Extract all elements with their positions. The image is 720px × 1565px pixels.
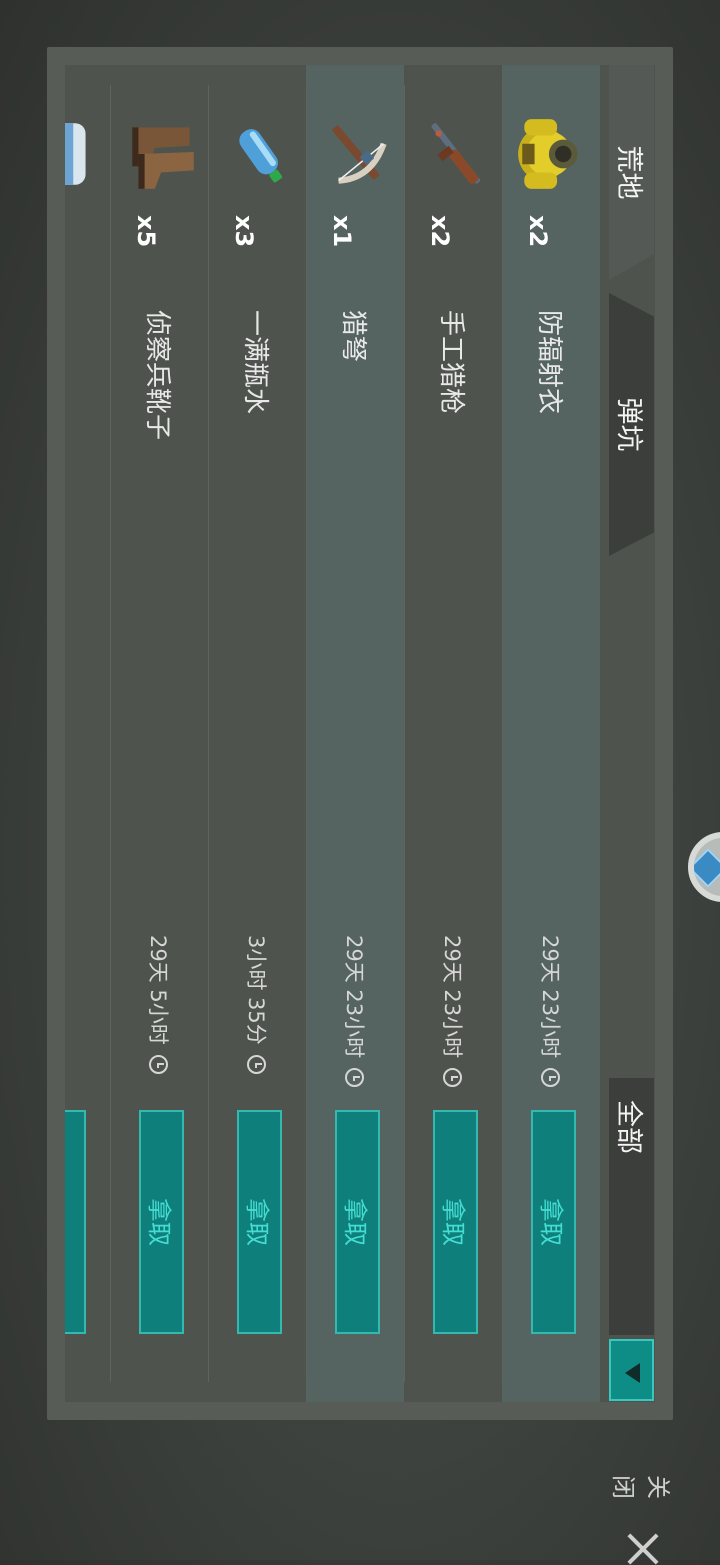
boots-icon bbox=[132, 127, 194, 189]
item-expiry: 29天 23小时 bbox=[340, 935, 370, 1088]
clock-icon bbox=[345, 1068, 365, 1088]
item-list[interactable]: x2 防辐射衣 29天 23小时 拿取 x2 手工猎枪 29天 23小时 拿取 bbox=[65, 65, 600, 1402]
take-button[interactable]: 拿取 bbox=[139, 1110, 184, 1334]
tab-crater[interactable]: 弹坑 bbox=[609, 293, 654, 556]
item-name: 手工猎枪 bbox=[436, 310, 466, 415]
triangle-down-icon bbox=[625, 1363, 640, 1383]
list-item: x3 一满瓶水 3小时 35分 拿取 bbox=[208, 65, 306, 1402]
item-expiry: 3小时 35分 bbox=[242, 935, 272, 1074]
close-label: 关闭 bbox=[609, 1475, 672, 1499]
filter-toggle-button[interactable] bbox=[609, 1339, 654, 1401]
item-quantity: x2 bbox=[426, 215, 454, 248]
close-icon bbox=[626, 1532, 660, 1560]
clock-icon bbox=[443, 1068, 463, 1088]
clock-icon bbox=[149, 1054, 169, 1074]
item-name: 猎弩 bbox=[338, 310, 368, 363]
clock-icon bbox=[247, 1054, 267, 1074]
stage: 荒地 弹坑 全部 x2 防辐射衣 29天 23小时 拿取 x2 手工猎枪 29天… bbox=[0, 0, 720, 1560]
tab-wasteland-label: 荒地 bbox=[613, 145, 644, 200]
list-item: x2 防辐射衣 29天 23小时 拿取 bbox=[502, 65, 600, 1402]
take-button[interactable]: 拿取 bbox=[433, 1110, 478, 1334]
water-bottle-icon bbox=[239, 129, 283, 183]
item-expiry-text: 29天 23小时 bbox=[440, 935, 464, 1059]
item-name: 侦察兵靴子 bbox=[142, 310, 172, 441]
item-name: 一满瓶水 bbox=[240, 310, 270, 415]
take-button[interactable]: 拿取 bbox=[531, 1110, 576, 1334]
item-expiry-text: 3小时 35分 bbox=[244, 935, 268, 1045]
item-expiry: 29天 23小时 bbox=[438, 935, 468, 1088]
item-quantity: x2 bbox=[524, 215, 552, 248]
cube-icon bbox=[688, 848, 720, 888]
take-button[interactable] bbox=[65, 1110, 86, 1334]
clock-icon bbox=[541, 1068, 561, 1088]
item-quantity: x3 bbox=[230, 215, 258, 248]
list-item: x1 猎弩 29天 23小时 拿取 bbox=[306, 65, 404, 1402]
filter-label: 全部 bbox=[613, 1100, 644, 1154]
item-expiry-text: 29天 23小时 bbox=[342, 935, 366, 1059]
list-item: x5 侦察兵靴子 29天 5小时 拿取 bbox=[110, 65, 208, 1402]
take-button[interactable]: 拿取 bbox=[335, 1110, 380, 1334]
hunting-rifle-icon bbox=[431, 123, 481, 185]
side-menu-button[interactable] bbox=[688, 832, 720, 902]
item-expiry-text: 29天 23小时 bbox=[538, 935, 562, 1059]
close-button[interactable]: 关闭 bbox=[608, 1475, 678, 1560]
item-quantity: x5 bbox=[132, 215, 160, 248]
hazmat-suit-icon bbox=[518, 119, 578, 189]
take-button[interactable]: 拿取 bbox=[237, 1110, 282, 1334]
list-item bbox=[65, 65, 110, 1402]
tab-crater-label: 弹坑 bbox=[613, 397, 644, 452]
crossbow-icon bbox=[332, 125, 387, 184]
item-quantity: x1 bbox=[328, 215, 356, 248]
item-expiry-text: 29天 5小时 bbox=[146, 935, 170, 1045]
item-expiry: 29天 5小时 bbox=[144, 935, 174, 1074]
filter-dropdown[interactable]: 全部 bbox=[609, 1078, 654, 1335]
bandage-icon bbox=[65, 123, 86, 185]
list-item: x2 手工猎枪 29天 23小时 拿取 bbox=[404, 65, 502, 1402]
item-name: 防辐射衣 bbox=[534, 310, 564, 415]
item-expiry: 29天 23小时 bbox=[536, 935, 566, 1088]
tab-wasteland[interactable]: 荒地 bbox=[609, 65, 654, 280]
